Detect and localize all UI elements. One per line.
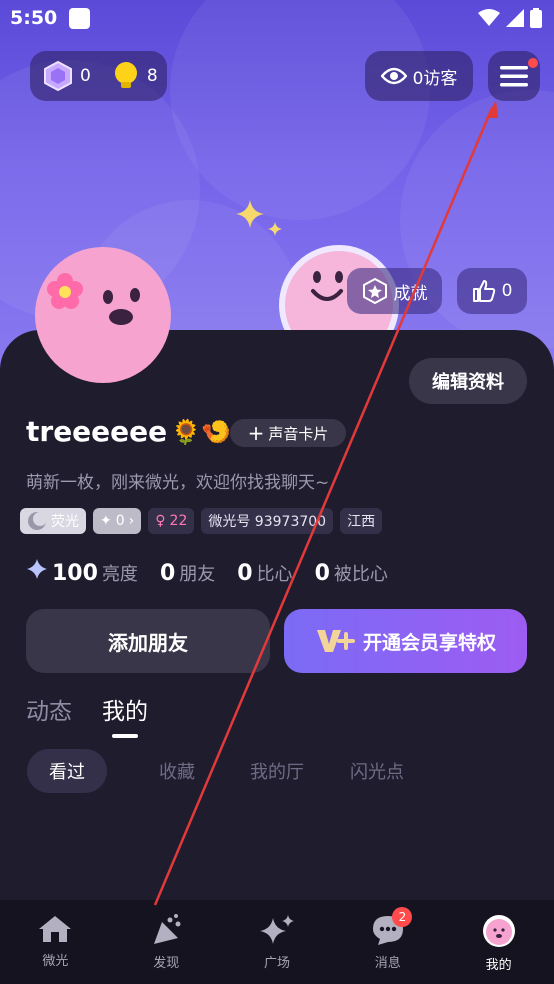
nav-me[interactable]: 我的 <box>443 900 554 984</box>
add-friend-button[interactable]: 添加朋友 <box>26 609 270 673</box>
subtab-my-rooms[interactable]: 我的厅 <box>227 749 327 793</box>
stat-label: 朋友 <box>179 564 216 585</box>
brightness-icon <box>27 559 47 579</box>
menu-notification-dot <box>528 58 538 68</box>
battery-icon <box>530 8 542 28</box>
nav-label: 微光 <box>42 954 69 969</box>
stat-hearts[interactable]: 0 比心 <box>237 560 292 586</box>
stat-friends[interactable]: 0 朋友 <box>160 560 215 586</box>
stat-label: 比心 <box>256 564 293 585</box>
plus-icon: + <box>247 421 265 445</box>
voice-card-button[interactable]: + 声音卡片 <box>230 419 346 447</box>
status-time: 5:50 <box>10 7 58 29</box>
subtab-favorites[interactable]: 收藏 <box>127 749 227 793</box>
tab-mine[interactable]: 我的 <box>102 692 148 738</box>
cellular-icon <box>506 9 524 27</box>
bio-text: 萌新一枚，刚来微光，欢迎你找我聊天~ <box>26 473 330 493</box>
diamond-icon: ✦ <box>100 513 112 529</box>
stat-label: 亮度 <box>101 564 138 585</box>
vip-button[interactable]: 开通会员享特权 <box>284 609 527 673</box>
voice-card-label: 声音卡片 <box>268 424 329 443</box>
region-tag: 江西 <box>340 508 383 534</box>
nav-plaza[interactable]: 广场 <box>222 900 333 984</box>
thumbs-up-icon <box>472 280 495 302</box>
avatar-icon <box>482 915 515 947</box>
system-icons <box>478 8 542 28</box>
silver-value: 0 <box>115 513 125 529</box>
bulb-count: 8 <box>146 66 158 86</box>
level-label: 荧光 <box>51 514 79 530</box>
nav-label: 发现 <box>153 956 180 971</box>
level-tag[interactable]: 荧光 <box>20 508 86 534</box>
vip-label: 开通会员享特权 <box>362 631 496 654</box>
stat-label: 被比心 <box>333 564 388 585</box>
vip-icon <box>316 630 355 652</box>
eye-icon <box>380 67 407 85</box>
message-badge: 2 <box>392 907 413 927</box>
gender-age-tag: ♀ 22 <box>148 508 195 534</box>
sparkle-decoration <box>236 200 282 236</box>
profile-tags: 荧光 ✦ 0 › ♀ 22 微光号 93973700 江西 <box>20 508 383 534</box>
discover-icon <box>154 914 181 944</box>
avatar-face-icon <box>47 273 140 325</box>
nav-label: 我的 <box>485 958 512 973</box>
tab-feed[interactable]: 动态 <box>26 692 72 726</box>
like-count: 0 <box>501 281 513 301</box>
stat-num: 0 <box>159 561 176 586</box>
nav-messages[interactable]: 消息 2 <box>332 900 443 984</box>
content-tabs: 动态 我的 <box>26 692 148 738</box>
stat-hearted[interactable]: 0 被比心 <box>315 560 388 586</box>
chevron-right-icon: › <box>128 513 135 529</box>
currency-pill[interactable]: 0 8 <box>30 51 167 101</box>
subtab-viewed[interactable]: 看过 <box>27 749 107 793</box>
age-value: 22 <box>169 513 188 529</box>
nav-label: 广场 <box>263 956 290 971</box>
sparkle-icon <box>259 915 294 944</box>
sub-tabs: 看过 收藏 我的厅 闪光点 <box>27 749 427 793</box>
tab-underline <box>112 734 138 738</box>
female-icon: ♀ <box>155 513 166 529</box>
menu-button[interactable] <box>488 51 540 101</box>
nav-discover[interactable]: 发现 <box>111 900 222 984</box>
badge-star-icon <box>362 278 387 304</box>
visitors-button[interactable]: 0访客 <box>365 51 473 101</box>
user-avatar[interactable] <box>35 247 171 383</box>
status-bar: 5:50 <box>0 0 554 38</box>
achievements-label: 成就 <box>393 283 428 304</box>
edit-profile-button[interactable]: 编辑资料 <box>409 358 527 404</box>
nav-label: 消息 <box>374 956 401 971</box>
user-id-tag[interactable]: 微光号 93973700 <box>201 508 334 534</box>
like-button[interactable]: 0 <box>457 268 527 314</box>
visitors-label: 0访客 <box>412 68 458 89</box>
profile-stats: 100 亮度 0 朋友 0 比心 0 被比心 <box>26 558 388 586</box>
wifi-icon <box>478 9 500 26</box>
home-icon <box>39 916 72 942</box>
username-text: treeeeee <box>26 415 168 448</box>
nav-home[interactable]: 微光 <box>0 900 111 984</box>
moon-level-icon <box>28 512 47 530</box>
gem-count: 0 <box>80 66 91 86</box>
stat-num: 100 <box>52 561 98 586</box>
bottom-navigation: 微光 发现 广场 消息 2 我的 <box>0 900 554 984</box>
hamburger-icon <box>500 66 528 87</box>
gem-icon <box>44 61 72 91</box>
silver-tag[interactable]: ✦ 0 › <box>93 508 142 534</box>
username: treeeeee 🌻🍤 <box>26 415 231 448</box>
bulb-icon <box>114 62 137 88</box>
achievements-button[interactable]: 成就 <box>347 268 442 314</box>
subtab-highlights[interactable]: 闪光点 <box>327 749 427 793</box>
notification-icon <box>69 8 90 29</box>
stat-brightness[interactable]: 100 亮度 <box>26 558 138 586</box>
username-emojis: 🌻🍤 <box>171 417 231 446</box>
stat-num: 0 <box>237 561 253 586</box>
stat-num: 0 <box>314 561 330 586</box>
